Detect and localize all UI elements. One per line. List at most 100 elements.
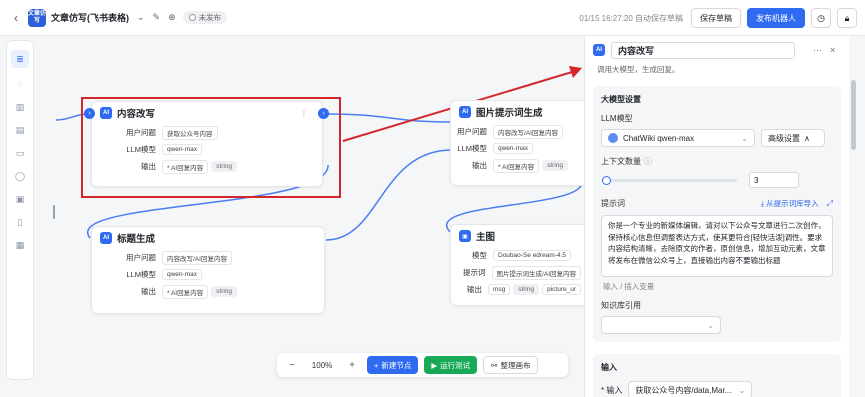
more-icon[interactable]: ···: [813, 45, 822, 55]
node-title-gen[interactable]: AI 标题生成 用户问题 内容改写/AI回复内容 LLM模型 qwen-max 输出…: [91, 226, 325, 314]
model-logo-icon: [608, 133, 618, 143]
document-icon[interactable]: ▦: [13, 238, 27, 252]
panel-subtitle: 调用大模型，生成回复。: [597, 65, 680, 74]
value-chip: 内容改写/AI回复内容: [493, 124, 563, 139]
row-label: 用户问题: [126, 253, 156, 262]
wire-title-imageprompt: [325, 149, 453, 241]
new-node-button[interactable]: + 新建节点: [367, 356, 419, 374]
prompt-label: 提示词: [601, 199, 625, 208]
row-label: 模型: [472, 251, 487, 260]
context-slider[interactable]: [602, 175, 737, 185]
status-text: 未发布: [198, 13, 222, 22]
zoom-out-button[interactable]: −: [283, 360, 301, 371]
top-bar: ‹ 文章仿写 文章仿写(飞书表格) ⌄ ✎ ⊕ 未发布 01/15 16:27:…: [0, 0, 865, 36]
comment-icon[interactable]: ◯: [13, 169, 27, 183]
insert-variable-hint: 输入 / 插入变量: [603, 282, 655, 291]
value-chip: qwen-max: [493, 143, 533, 154]
node-settings-panel: AI 内容改写 ··· × 调用大模型，生成回复。 大模型设置 LLM模型 Ch…: [584, 36, 849, 397]
kb-select[interactable]: ⌄: [601, 316, 721, 334]
chevron-down-icon: ⌄: [738, 385, 746, 395]
value-chip: Doubao-Se edream-4.5: [493, 250, 571, 261]
value-chip: qwen-max: [162, 269, 202, 280]
tidy-icon: ⚯: [491, 360, 498, 370]
input-select[interactable]: 获取公众号内容/data,Mar... ⌄: [628, 381, 753, 397]
value-chip: * AI回复内容: [162, 284, 209, 299]
ai-icon: AI: [459, 106, 471, 118]
chat-icon[interactable]: ◌: [13, 77, 27, 91]
chevron-down-icon: ⌄: [741, 133, 748, 143]
save-draft-button[interactable]: 保存草稿: [691, 8, 741, 28]
node-main-image[interactable]: ▣ 主图 模型 Doubao-Se edream-4.5 提示词 图片提示词生成/A…: [450, 224, 584, 306]
node-name-input[interactable]: 内容改写: [611, 41, 795, 59]
node-title: 主图: [476, 232, 496, 243]
context-number-input[interactable]: 3: [749, 172, 799, 188]
slider-knob[interactable]: [602, 175, 611, 185]
library-icon[interactable]: ▥: [13, 100, 27, 114]
left-rail: ≣ ◌ ▥ ▤ ▭ ◯ ▣ ▯ ▦: [6, 40, 34, 380]
status-badge: 未发布: [182, 11, 228, 24]
import-prompt-link[interactable]: ⤓ 从提示词库导入: [761, 198, 819, 209]
value-chip: * AI回复内容: [493, 158, 540, 173]
rail-drag-handle[interactable]: [53, 205, 55, 219]
annotation-arrow-head: [569, 66, 582, 78]
value-chip: 图片提示词生成/AI回复内容: [491, 265, 581, 280]
app-logo: 文章仿写: [28, 8, 46, 27]
value-chip: picture_ur: [542, 284, 581, 295]
tidy-label: 整理画布: [500, 360, 531, 370]
ai-icon: AI: [100, 232, 112, 244]
model-select[interactable]: ChatWiki qwen-max ⌄: [601, 129, 755, 147]
section-title: 大模型设置: [601, 95, 641, 104]
panel-scrollbar[interactable]: [851, 80, 856, 150]
context-label: 上下文数量 ⓘ: [601, 156, 833, 167]
kb-label: 知识库引用: [601, 301, 641, 310]
type-chip: string: [513, 284, 540, 295]
file-icon[interactable]: ▯: [13, 215, 27, 229]
publish-button[interactable]: 发布机器人: [747, 8, 805, 28]
chevron-down-icon[interactable]: ⌄: [137, 12, 145, 23]
node-title: 图片提示词生成: [476, 108, 543, 119]
llm-settings-section: 大模型设置 LLM模型 ChatWiki qwen-max ⌄ 高级设置 ∧ 上…: [593, 86, 841, 342]
play-icon: ▶: [431, 360, 438, 370]
ai-icon: AI: [593, 44, 605, 56]
input-section: 输入 * 输入 获取公众号内容/data,Mar... ⌄: [593, 354, 841, 397]
row-label: 输出: [466, 285, 482, 294]
wire-rewrite-imageprompt: [327, 113, 451, 123]
prompt-textarea[interactable]: 你是一个专业的新媒体编辑，请对以下公众号文章进行二次创作，保持核心信息但调整表达…: [601, 215, 833, 277]
history-icon[interactable]: ◷: [811, 8, 831, 28]
app-title[interactable]: 文章仿写(飞书表格): [51, 11, 129, 24]
node-title: 标题生成: [117, 234, 156, 245]
workflow-icon[interactable]: ≣: [11, 50, 29, 68]
check-icon[interactable]: ▣: [13, 192, 27, 206]
model-value: ChatWiki qwen-max: [623, 133, 695, 143]
run-test-button[interactable]: ▶ 运行测试: [424, 356, 478, 374]
add-circle-icon[interactable]: ⊕: [168, 12, 176, 23]
highlight-box: [81, 97, 341, 198]
plus-icon: +: [374, 360, 379, 370]
advanced-settings-button[interactable]: 高级设置 ∧: [761, 129, 825, 147]
row-label: LLM模型: [126, 270, 156, 279]
lock-icon[interactable]: 🔒︎: [837, 8, 857, 28]
expand-icon[interactable]: ⤢: [827, 199, 833, 209]
row-label: 输出: [141, 287, 156, 296]
zoom-in-button[interactable]: +: [343, 360, 361, 371]
edit-icon[interactable]: ✎: [153, 12, 161, 23]
autosave-text: 01/15 16:27:20 自动保存草稿: [579, 13, 683, 23]
import-prompt-label: 从提示词库导入: [766, 199, 819, 208]
row-label: 提示词: [463, 268, 486, 277]
node-image-prompt[interactable]: AI 图片提示词生成 用户问题 内容改写/AI回复内容 LLM模型 qwen-max…: [450, 100, 584, 186]
chevron-up-icon: ∧: [804, 133, 810, 143]
message-icon[interactable]: ▭: [13, 146, 27, 160]
context-label-text: 上下文数量: [601, 157, 641, 166]
chevron-down-icon: ⌄: [707, 320, 714, 330]
back-icon[interactable]: ‹: [8, 10, 24, 26]
help-icon[interactable]: ⓘ: [644, 156, 652, 167]
value-chip: 内容改写/AI回复内容: [162, 250, 232, 265]
close-icon[interactable]: ×: [830, 45, 835, 55]
book-icon[interactable]: ▤: [13, 123, 27, 137]
type-chip: string: [542, 160, 569, 171]
zoom-level: 100%: [311, 360, 333, 370]
status-dot-icon: [188, 14, 196, 21]
canvas-toolbar: − 100% + + 新建节点 ▶ 运行测试 ⚯ 整理画布: [277, 353, 568, 377]
tidy-canvas-button[interactable]: ⚯ 整理画布: [483, 356, 539, 374]
value-chip: msg: [487, 284, 511, 295]
